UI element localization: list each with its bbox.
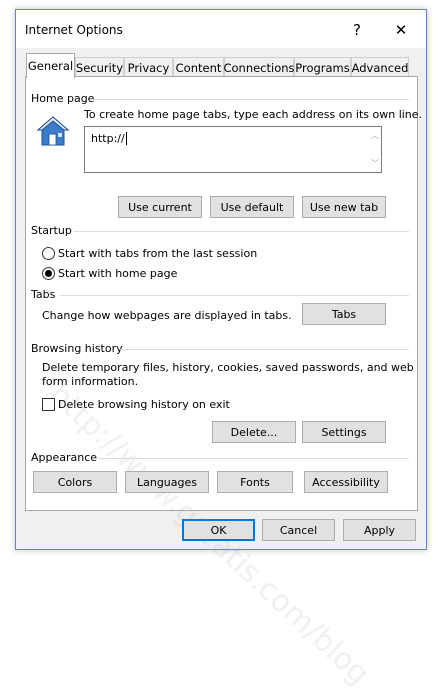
browsing-history-description-line2: form information. [42,375,139,388]
startup-home-page-radio[interactable] [42,267,55,280]
close-button[interactable]: ✕ [381,16,421,44]
home-page-address-input[interactable]: http:// ︿ ﹀ [84,126,382,173]
startup-home-page-label: Start with home page [58,267,178,280]
startup-group-title: Startup [31,224,72,237]
tabs-divider [60,295,409,296]
home-page-group-title: Home page [31,92,95,105]
tabs-description: Change how webpages are displayed in tab… [42,309,292,322]
languages-button[interactable]: Languages [125,471,209,493]
scroll-up-icon[interactable]: ︿ [371,130,379,141]
internet-options-dialog: Internet Options ? ✕ General Security Pr… [15,9,427,692]
tab-security[interactable]: Security [75,57,124,77]
browsing-history-divider [120,349,409,350]
home-page-address-value: http:// [91,132,125,145]
use-default-button[interactable]: Use default [210,196,294,218]
tab-general[interactable]: General [26,53,75,78]
delete-on-exit-checkbox[interactable] [42,398,55,411]
cancel-button[interactable]: Cancel [262,519,335,541]
browsing-history-description-line1: Delete temporary files, history, cookies… [42,361,414,374]
startup-last-session-radio[interactable] [42,247,55,260]
window-title: Internet Options [25,23,123,37]
home-icon [36,114,70,148]
general-tab-panel: http://www.greatis.com/blog Home page To… [25,76,422,692]
tab-privacy[interactable]: Privacy [124,57,173,77]
fonts-button[interactable]: Fonts [217,471,293,493]
appearance-divider [98,458,409,459]
tab-connections[interactable]: Connections [223,57,295,77]
tab-advanced[interactable]: Advanced [351,57,409,77]
use-new-tab-button[interactable]: Use new tab [302,196,386,218]
appearance-group-title: Appearance [31,451,98,464]
apply-button[interactable]: Apply [343,519,416,541]
scroll-down-icon[interactable]: ﹀ [371,158,379,169]
home-page-divider [91,99,409,100]
home-page-description: To create home page tabs, type each addr… [84,108,423,121]
help-button[interactable]: ? [337,16,377,44]
delete-history-button[interactable]: Delete... [212,421,296,443]
use-current-button[interactable]: Use current [118,196,202,218]
accessibility-button[interactable]: Accessibility [304,471,388,493]
dialog-footer: OK Cancel Apply [16,511,426,551]
startup-last-session-label: Start with tabs from the last session [58,247,258,260]
tabs-group-title: Tabs [31,288,56,301]
startup-divider [74,231,409,232]
colors-button[interactable]: Colors [33,471,117,493]
tab-content[interactable]: Content [173,57,224,77]
browsing-history-group-title: Browsing history [31,342,123,355]
title-bar[interactable]: Internet Options ? ✕ [16,10,426,48]
tabs-button[interactable]: Tabs [302,303,386,325]
delete-on-exit-label: Delete browsing history on exit [58,398,230,411]
tab-programs[interactable]: Programs [294,57,351,77]
ok-button[interactable]: OK [182,519,255,541]
history-settings-button[interactable]: Settings [302,421,386,443]
